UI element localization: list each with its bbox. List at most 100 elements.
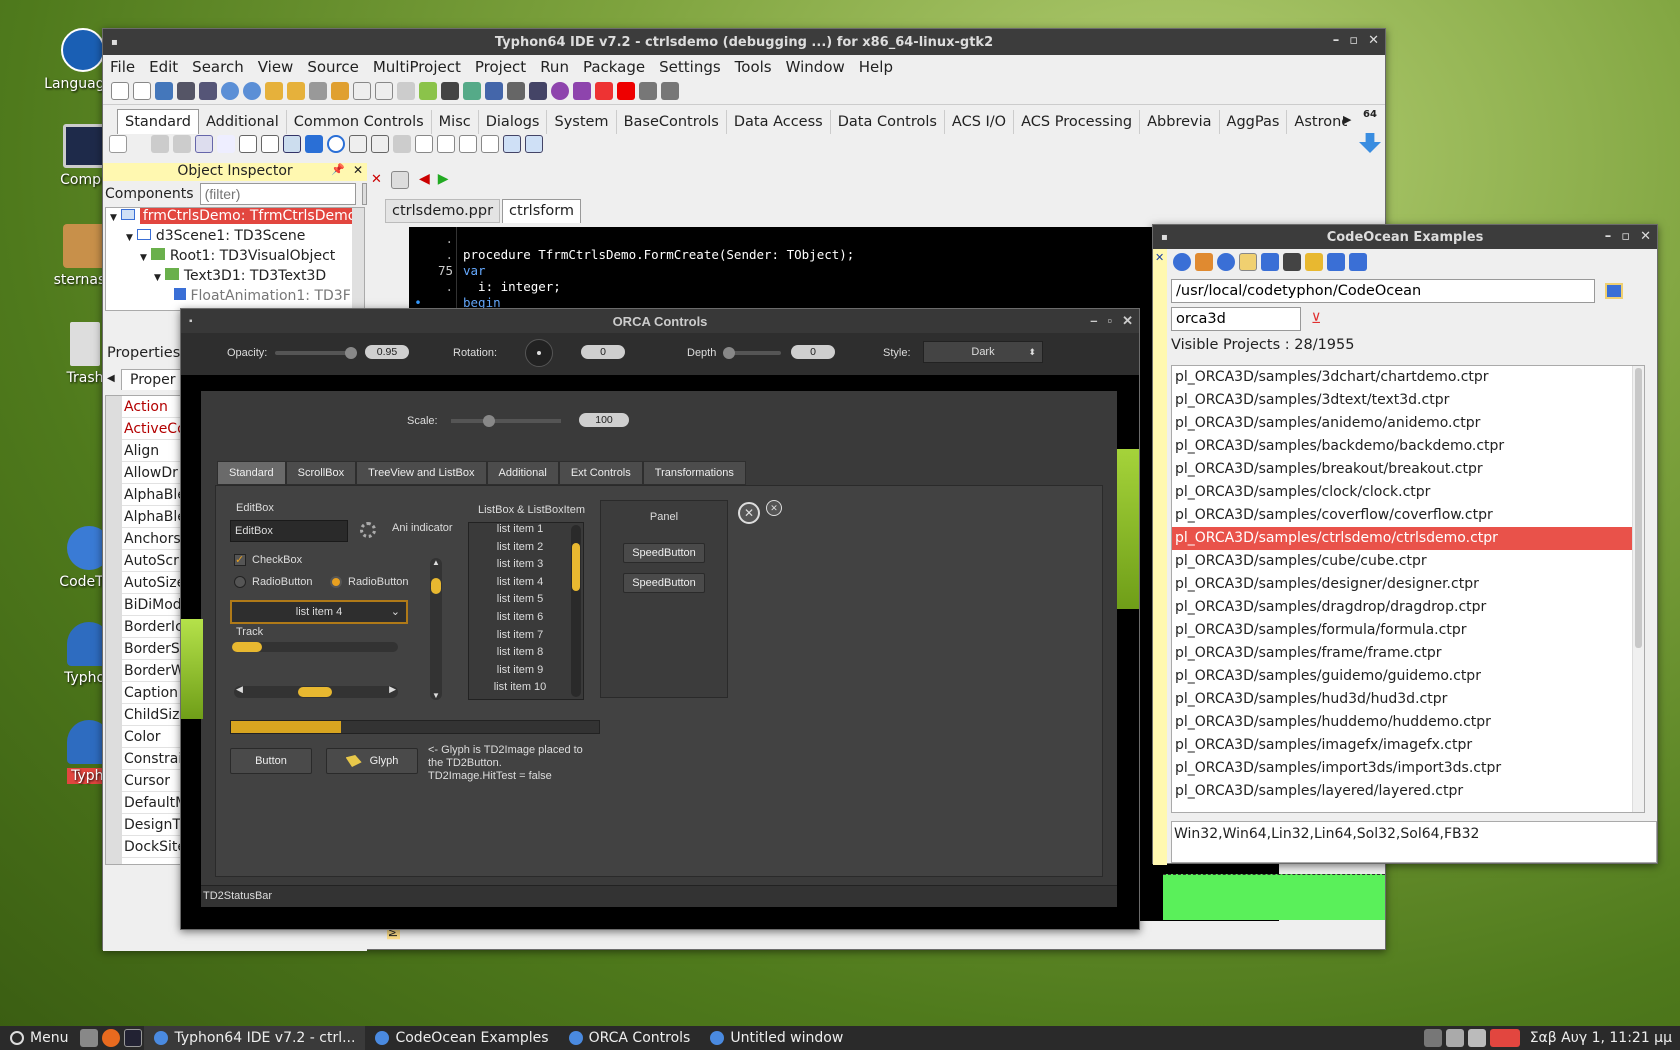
readonly-toggle-icon[interactable]: [1239, 253, 1257, 271]
palette-tab-common-controls[interactable]: Common Controls: [287, 110, 432, 134]
scroll-left-icon[interactable]: ◀: [236, 684, 243, 695]
rotation-value[interactable]: 0: [581, 345, 625, 359]
project-list-item[interactable]: pl_ORCA3D/samples/ctrlsdemo/ctrlsdemo.ct…: [1172, 527, 1644, 550]
project-list-item[interactable]: pl_ORCA3D/samples/3dtext/text3d.ctpr: [1172, 389, 1644, 412]
new-form-icon[interactable]: [133, 82, 151, 100]
h-scrollbar[interactable]: ◀ ▶: [234, 684, 398, 698]
menu-project[interactable]: Project: [468, 58, 533, 76]
task-untitled[interactable]: Untitled window: [700, 1026, 853, 1050]
pointer-icon[interactable]: [109, 135, 127, 153]
new-file-icon[interactable]: [111, 82, 129, 100]
list-item[interactable]: list item 8: [469, 646, 583, 664]
minimize-icon[interactable]: –: [1333, 33, 1340, 48]
list-item[interactable]: list item 5: [469, 593, 583, 611]
editor-tab-ctrlsform[interactable]: ctrlsform: [502, 199, 582, 223]
combo-box[interactable]: list item 4 ⌄: [230, 600, 408, 624]
tree-node[interactable]: ▼ Root1: TD3VisualObject: [106, 248, 364, 268]
tab-scroll-left-icon[interactable]: ◀: [107, 373, 115, 384]
track-bar[interactable]: [232, 642, 398, 652]
menu-window[interactable]: Window: [779, 58, 852, 76]
scroll-thumb[interactable]: [572, 543, 580, 591]
checkbox[interactable]: ✓ CheckBox: [234, 554, 302, 566]
popupmenu-icon[interactable]: [173, 135, 192, 153]
project-list-item[interactable]: pl_ORCA3D/samples/cube/cube.ctpr: [1172, 550, 1644, 573]
codeocean-path-input[interactable]: [1171, 279, 1595, 303]
step-over-icon[interactable]: [661, 82, 679, 100]
save-all-icon[interactable]: [199, 82, 217, 100]
project-list-item[interactable]: pl_ORCA3D/samples/layered/layered.ctpr: [1172, 780, 1644, 803]
menu-package[interactable]: Package: [576, 58, 652, 76]
glyph-button[interactable]: Glyph: [326, 748, 418, 774]
palette-tab-data-controls[interactable]: Data Controls: [831, 110, 945, 134]
tlabel-icon[interactable]: [217, 135, 236, 153]
project-list-item[interactable]: pl_ORCA3D/samples/backdemo/backdemo.ctpr: [1172, 435, 1644, 458]
task-codeocean[interactable]: CodeOcean Examples: [365, 1026, 558, 1050]
radio-button-1[interactable]: RadioButton: [234, 576, 313, 588]
minimize-icon[interactable]: –: [1090, 313, 1097, 329]
tools-icon[interactable]: [1283, 253, 1301, 271]
depth-slider[interactable]: [723, 347, 781, 359]
firefox-icon[interactable]: [102, 1029, 121, 1047]
list-item[interactable]: list item 7: [469, 629, 583, 647]
project-list-item[interactable]: pl_ORCA3D/samples/dragdrop/dragdrop.ctpr: [1172, 596, 1644, 619]
speed-button-1[interactable]: SpeedButton: [623, 543, 705, 563]
close-icon[interactable]: ✕: [1640, 229, 1651, 244]
maximize-icon[interactable]: ▫: [1349, 33, 1358, 48]
listbox[interactable]: list item 1 list item 2 list item 3 list…: [468, 522, 584, 700]
palette-tab-basecontrols[interactable]: BaseControls: [617, 110, 727, 134]
tree-scrollbar[interactable]: [352, 208, 364, 310]
project-list-item[interactable]: pl_ORCA3D/samples/imagefx/imagefx.ctpr: [1172, 734, 1644, 757]
jump-list-icon[interactable]: [391, 171, 409, 189]
menu-view[interactable]: View: [251, 58, 301, 76]
palette-tab-aggpas[interactable]: AggPas: [1220, 110, 1288, 134]
list-item[interactable]: list item 6: [469, 611, 583, 629]
close-circle-small-icon[interactable]: ✕: [766, 500, 782, 516]
v-scrollbar[interactable]: ▲ ▼: [430, 558, 442, 700]
mainmenu-icon[interactable]: [151, 135, 170, 153]
track-thumb[interactable]: [232, 642, 262, 652]
minimize-icon[interactable]: –: [1605, 229, 1612, 244]
forms-icon[interactable]: [375, 82, 393, 100]
orca-tab-additional[interactable]: Additional: [486, 461, 559, 485]
palette-tab-acs-io[interactable]: ACS I/O: [945, 110, 1015, 134]
tmemo-icon[interactable]: [261, 135, 280, 153]
palette-tab-acs-processing[interactable]: ACS Processing: [1014, 110, 1141, 134]
palette-tab-system[interactable]: System: [547, 110, 617, 134]
download-arrow-icon[interactable]: [1359, 133, 1381, 153]
orca-tab-scrollbox[interactable]: ScrollBox: [285, 461, 357, 485]
opacity-slider[interactable]: [275, 347, 357, 359]
project-list-item[interactable]: pl_ORCA3D/samples/hud3d/hud3d.ctpr: [1172, 688, 1644, 711]
listbox-scrollbar[interactable]: [571, 525, 581, 697]
project-list-item[interactable]: pl_ORCA3D/samples/formula/formula.ctpr: [1172, 619, 1644, 642]
palette-tab-dialogs[interactable]: Dialogs: [479, 110, 548, 134]
window-menu-icon[interactable]: ▪: [1161, 232, 1168, 243]
project-list-item[interactable]: pl_ORCA3D/samples/designer/designer.ctpr: [1172, 573, 1644, 596]
project-icon[interactable]: [265, 82, 283, 100]
slider-thumb[interactable]: [483, 415, 495, 427]
settings-icon[interactable]: [1349, 253, 1367, 271]
step-into-icon[interactable]: [639, 82, 657, 100]
task-orca[interactable]: ORCA Controls: [559, 1026, 701, 1050]
tlistbox-icon[interactable]: [349, 135, 368, 153]
palette-tab-standard[interactable]: Standard: [117, 109, 199, 134]
find-icon[interactable]: [221, 82, 239, 100]
tree-node[interactable]: ▼ Text3D1: TD3Text3D: [106, 268, 364, 288]
compile-icon[interactable]: [331, 82, 349, 100]
units-icon[interactable]: [353, 82, 371, 100]
scroll-up-icon[interactable]: ▲: [432, 558, 440, 567]
depth-value[interactable]: 0: [791, 345, 835, 359]
panel-close-icon[interactable]: ✕: [1155, 251, 1164, 264]
list-scrollbar[interactable]: [1632, 366, 1644, 812]
menu-edit[interactable]: Edit: [142, 58, 185, 76]
gear-icon[interactable]: [551, 82, 569, 100]
radio-button-2[interactable]: RadioButton: [330, 576, 409, 588]
tcheckbox-icon[interactable]: [305, 135, 324, 153]
editor-tab-ppr[interactable]: ctrlsdemo.ppr: [385, 199, 501, 223]
stop-icon[interactable]: [617, 82, 635, 100]
orca-button[interactable]: Button: [230, 748, 312, 774]
menu-settings[interactable]: Settings: [652, 58, 728, 76]
save-icon[interactable]: [177, 82, 195, 100]
menu-source[interactable]: Source: [300, 58, 366, 76]
orca-tab-treeview[interactable]: TreeView and ListBox: [356, 461, 487, 485]
list-item[interactable]: list item 2: [469, 541, 583, 559]
